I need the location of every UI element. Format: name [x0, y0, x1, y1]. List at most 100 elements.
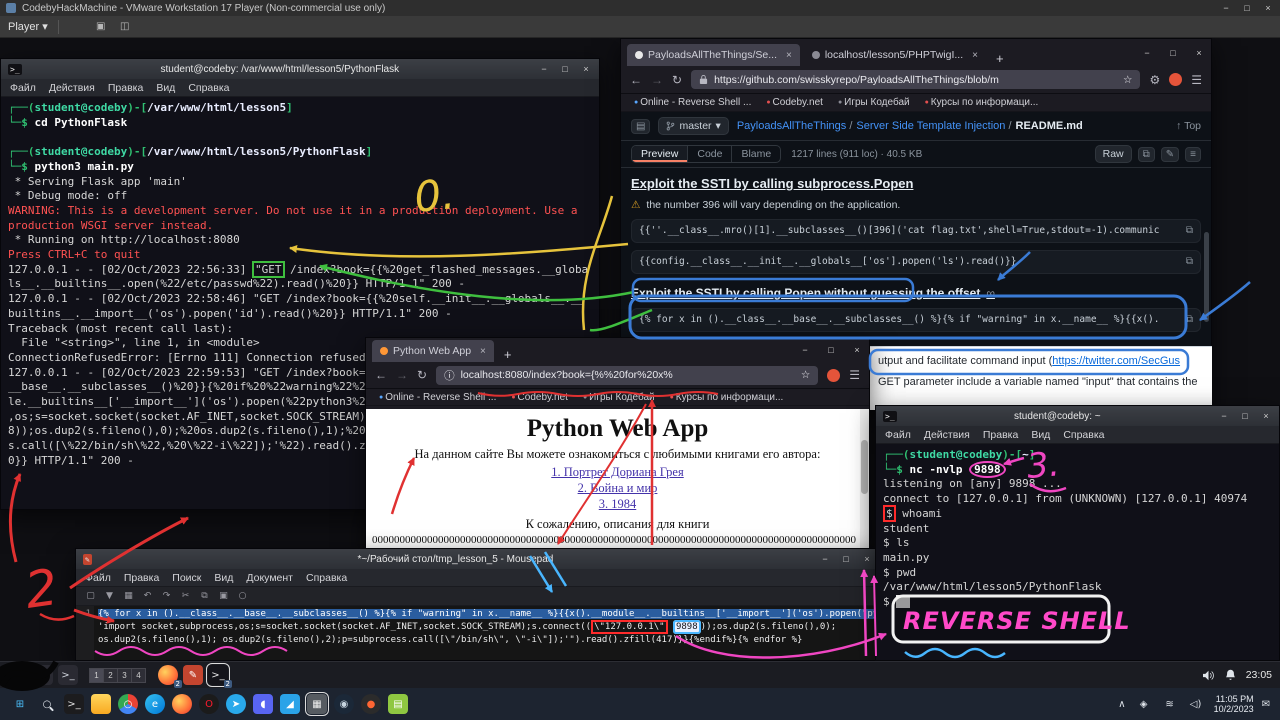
terminal-launcher-icon[interactable]: >_ — [58, 665, 78, 685]
maximize-button[interactable]: □ — [1239, 411, 1251, 421]
save-file-icon[interactable]: ▦ — [120, 589, 137, 604]
sidebar-toggle-icon[interactable]: ▤ — [631, 119, 650, 134]
menu-icon[interactable]: ☰ — [849, 368, 860, 382]
copy-icon[interactable]: ⧉ — [1138, 147, 1155, 162]
notepad-icon[interactable]: ▤ — [388, 694, 408, 714]
vscode-icon[interactable]: ◢ — [280, 694, 300, 714]
mousepad-window-icon[interactable]: ✎ — [183, 665, 203, 685]
site-info-icon[interactable]: ⓘ — [444, 368, 455, 383]
start-icon[interactable]: ⊞ — [10, 694, 30, 714]
minimize-button[interactable]: − — [1218, 411, 1230, 421]
forward-icon[interactable]: → — [396, 368, 408, 382]
account-avatar[interactable] — [1169, 73, 1182, 86]
menu-item[interactable]: Файл — [10, 82, 36, 94]
extensions-icon[interactable]: ⚙ — [1149, 73, 1160, 87]
menu-item[interactable]: Поиск — [172, 572, 201, 584]
back-icon[interactable]: ← — [630, 73, 642, 87]
close-button[interactable]: × — [1260, 411, 1272, 421]
terminal2-titlebar[interactable]: >_ student@codeby: ~ −□× — [876, 406, 1279, 426]
copy-icon[interactable]: ⧉ — [1186, 256, 1193, 267]
tab-payloadsallthethings[interactable]: PayloadsAllTheThings/Se... × — [627, 44, 800, 66]
outline-icon[interactable]: ≡ — [1185, 147, 1201, 162]
edit-icon[interactable]: ✎ — [1161, 147, 1179, 162]
menu-icon[interactable]: ☰ — [1191, 73, 1202, 87]
search-icon[interactable]: ○ — [37, 694, 57, 714]
bookmark[interactable]: Курсы по информаци... — [670, 392, 784, 403]
firefox-window-icon[interactable]: 2 — [158, 665, 178, 685]
tray-shield-icon[interactable]: ◈ — [1134, 694, 1154, 714]
minimize-button[interactable]: − — [538, 64, 550, 74]
telegram-icon[interactable]: ➤ — [226, 694, 246, 714]
bookmark[interactable]: Codeby.net — [766, 97, 823, 108]
minimize-button[interactable]: − — [1141, 48, 1153, 58]
preview-tab[interactable]: Preview — [632, 146, 688, 162]
player-menu-button[interactable]: Player ▾ — [8, 20, 48, 33]
address-bar[interactable]: https://github.com/swisskyrepo/PayloadsA… — [691, 70, 1140, 89]
tab-localhost-phptwig[interactable]: localhost/lesson5/PHPTwigI... × — [804, 44, 986, 66]
file-explorer-icon[interactable] — [91, 694, 111, 714]
maximize-button[interactable]: □ — [840, 554, 852, 564]
tray-expand-icon[interactable]: ∧ — [1118, 699, 1125, 710]
branch-selector[interactable]: master ▾ — [658, 117, 728, 135]
open-file-icon[interactable]: ▼ — [101, 589, 118, 604]
bookmark-star-icon[interactable]: ☆ — [801, 369, 810, 381]
menu-item[interactable]: Вид — [1031, 429, 1050, 441]
opera-icon[interactable]: O — [199, 694, 219, 714]
menu-item[interactable]: Документ — [246, 572, 293, 584]
menu-item[interactable]: Файл — [885, 429, 911, 441]
breadcrumb-link[interactable]: README.md — [1016, 120, 1083, 132]
book-link[interactable]: 1. Портрет Дориана Грея — [366, 465, 869, 480]
cut-icon[interactable]: ✂ — [177, 589, 194, 604]
send-ctrl-alt-del-icon[interactable]: ▣ — [93, 20, 109, 34]
new-tab-button[interactable]: + — [990, 51, 1010, 66]
file-manager-icon[interactable]: ▤ — [33, 665, 53, 685]
breadcrumb-link[interactable]: Server Side Template Injection — [856, 120, 1011, 132]
app-menu-icon[interactable]: ☰ — [8, 665, 28, 685]
close-button[interactable]: × — [851, 345, 863, 355]
scrollbar[interactable] — [1204, 232, 1209, 322]
minimize-button[interactable]: − — [799, 345, 811, 355]
workspace-button[interactable]: 4 — [131, 668, 146, 683]
chrome-icon[interactable]: ○ — [118, 694, 138, 714]
close-button[interactable]: × — [1262, 3, 1274, 13]
bookmark[interactable]: Online - Reverse Shell ... — [634, 97, 751, 108]
copy-icon[interactable]: ⧉ — [1186, 225, 1193, 236]
redo-icon[interactable]: ↷ — [158, 589, 175, 604]
burp-suite-icon[interactable]: ● — [361, 694, 381, 714]
bell-icon[interactable] — [1225, 669, 1236, 681]
close-tab-icon[interactable]: × — [480, 346, 486, 357]
workspace-button[interactable]: 1 — [89, 668, 104, 683]
menu-item[interactable]: Справка — [188, 82, 229, 94]
workspace-button[interactable]: 2 — [103, 668, 118, 683]
reload-icon[interactable]: ↻ — [417, 368, 427, 382]
menu-item[interactable]: Правка — [108, 82, 143, 94]
menu-item[interactable]: Правка — [124, 572, 159, 584]
terminal2-output[interactable]: ┌──(student@codeby)-[~]└─$ nc -nvlp 9898… — [876, 444, 1279, 661]
tray-volume-icon[interactable]: ◁) — [1186, 694, 1206, 714]
maximize-button[interactable]: □ — [559, 64, 571, 74]
account-avatar[interactable] — [827, 369, 840, 382]
linux-clock[interactable]: 23:05 — [1246, 669, 1272, 681]
menu-item[interactable]: Вид — [156, 82, 175, 94]
mousepad-editor[interactable]: 1 {% for x in ().__class__.__base__.__su… — [76, 606, 880, 660]
terminal-icon[interactable]: >_ — [64, 694, 84, 714]
terminal-window-icon[interactable]: >_2 — [208, 665, 228, 685]
blame-tab[interactable]: Blame — [732, 146, 780, 162]
breadcrumb-link[interactable]: PayloadsAllTheThings — [737, 120, 853, 132]
workspace-button[interactable]: 3 — [117, 668, 132, 683]
code-tab[interactable]: Code — [688, 146, 732, 162]
book-link[interactable]: 2. Война и мир — [366, 481, 869, 496]
bookmark[interactable]: Игры Кодебай — [583, 392, 655, 403]
find-icon[interactable]: ○ — [234, 589, 251, 604]
notifications-icon[interactable]: ✉ — [1262, 699, 1270, 710]
vmware-icon[interactable]: ▦ — [307, 694, 327, 714]
bookmark[interactable]: Online - Reverse Shell ... — [379, 392, 496, 403]
steam-icon[interactable]: ◉ — [334, 694, 354, 714]
tray-network-icon[interactable]: ≋ — [1160, 694, 1180, 714]
pause-icon[interactable] — [69, 20, 85, 34]
discord-icon[interactable]: ◖ — [253, 694, 273, 714]
close-button[interactable]: × — [580, 64, 592, 74]
maximize-button[interactable]: □ — [825, 345, 837, 355]
windows-clock[interactable]: 11:05 PM 10/2/2023 — [1214, 694, 1254, 714]
new-tab-button[interactable]: + — [498, 347, 518, 362]
